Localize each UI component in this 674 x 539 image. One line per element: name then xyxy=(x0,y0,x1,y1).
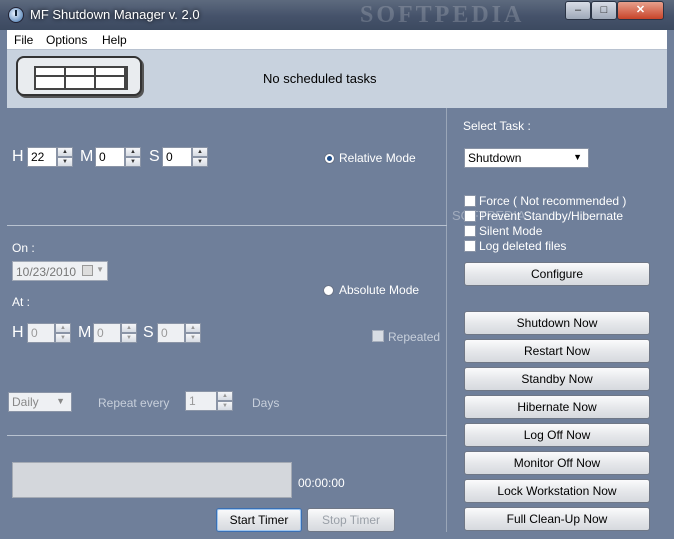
elapsed-time: 00:00:00 xyxy=(298,476,345,490)
force-checkbox[interactable] xyxy=(464,195,476,207)
spin-up-icon[interactable]: ▲ xyxy=(121,323,137,333)
silent-mode-checkbox[interactable] xyxy=(464,225,476,237)
spin-up-icon[interactable]: ▲ xyxy=(125,147,141,157)
spin-down-icon[interactable]: ▼ xyxy=(55,333,71,343)
absolute-minutes-label: M xyxy=(78,324,92,341)
divider xyxy=(7,435,447,436)
select-task-label: Select Task : xyxy=(463,119,531,133)
hibernate-now-button[interactable]: Hibernate Now xyxy=(464,395,650,419)
repeat-unit-label: Days xyxy=(252,396,280,410)
relative-minutes-stepper[interactable]: 0 ▲ ▼ xyxy=(95,147,141,167)
window-title: MF Shutdown Manager v. 2.0 xyxy=(30,7,200,22)
title-bar: MF Shutdown Manager v. 2.0 SOFTPEDIA – □… xyxy=(0,0,674,30)
menu-bar: File Options Help xyxy=(7,30,667,50)
spin-down-icon[interactable]: ▼ xyxy=(192,157,208,167)
shutdown-now-button[interactable]: Shutdown Now xyxy=(464,311,650,335)
absolute-mode-radio[interactable] xyxy=(323,285,334,296)
log-deleted-files-checkbox[interactable] xyxy=(464,240,476,252)
repeated-checkbox[interactable] xyxy=(372,330,384,342)
task-select[interactable]: Shutdown ▼ xyxy=(464,148,589,168)
log-deleted-files-label: Log deleted files xyxy=(479,239,567,253)
spin-up-icon[interactable]: ▲ xyxy=(185,323,201,333)
spin-down-icon[interactable]: ▼ xyxy=(121,333,137,343)
silent-mode-label: Silent Mode xyxy=(479,224,543,238)
close-button[interactable]: ✕ xyxy=(617,1,664,20)
relative-seconds-stepper[interactable]: 0 ▲ ▼ xyxy=(162,147,208,167)
repeat-every-label: Repeat every xyxy=(98,396,170,410)
absolute-hours-label: H xyxy=(12,324,24,341)
spin-down-icon[interactable]: ▼ xyxy=(217,401,233,411)
relative-hours-label: H xyxy=(12,148,24,165)
menu-help[interactable]: Help xyxy=(102,33,127,47)
relative-mode-radio[interactable] xyxy=(324,153,335,164)
spin-up-icon[interactable]: ▲ xyxy=(192,147,208,157)
relative-hours-stepper[interactable]: 22 ▲ ▼ xyxy=(27,147,73,167)
spin-down-icon[interactable]: ▼ xyxy=(185,333,201,343)
menu-file[interactable]: File xyxy=(14,33,33,47)
app-logo xyxy=(16,56,142,96)
at-label: At : xyxy=(12,295,31,309)
absolute-minutes-stepper[interactable]: 0 ▲ ▼ xyxy=(93,323,137,343)
spin-down-icon[interactable]: ▼ xyxy=(125,157,141,167)
absolute-hours-stepper[interactable]: 0 ▲ ▼ xyxy=(27,323,71,343)
prevent-standby-label: Prevent Standby/Hibernate xyxy=(479,209,624,223)
timer-settings-panel: H 22 ▲ ▼ M 0 ▲ ▼ S 0 ▲ ▼ Relative Mode On :… xyxy=(7,108,447,532)
divider xyxy=(7,225,447,226)
force-label: Force ( Not recommended ) xyxy=(479,194,627,208)
app-power-icon xyxy=(8,7,24,23)
spin-down-icon[interactable]: ▼ xyxy=(57,157,73,167)
timer-progress-bar xyxy=(12,462,292,498)
relative-seconds-label: S xyxy=(149,148,160,165)
spin-up-icon[interactable]: ▲ xyxy=(55,323,71,333)
restart-now-button[interactable]: Restart Now xyxy=(464,339,650,363)
status-message: No scheduled tasks xyxy=(263,71,377,86)
configure-button[interactable]: Configure xyxy=(464,262,650,286)
menu-options[interactable]: Options xyxy=(46,33,87,47)
date-picker[interactable]: 10/23/2010 ▼ xyxy=(12,261,108,281)
prevent-standby-checkbox[interactable] xyxy=(464,210,476,222)
start-timer-button[interactable]: Start Timer xyxy=(216,508,302,532)
absolute-seconds-stepper[interactable]: 0 ▲ ▼ xyxy=(157,323,201,343)
repeated-label: Repeated xyxy=(388,330,441,344)
watermark: SOFTPEDIA xyxy=(360,2,525,28)
stop-timer-button[interactable]: Stop Timer xyxy=(307,508,395,532)
relative-mode-label: Relative Mode xyxy=(339,151,416,165)
spin-up-icon[interactable]: ▲ xyxy=(217,391,233,401)
log-off-now-button[interactable]: Log Off Now xyxy=(464,423,650,447)
lock-workstation-now-button[interactable]: Lock Workstation Now xyxy=(464,479,650,503)
chevron-down-icon: ▼ xyxy=(573,152,582,162)
chevron-down-icon: ▼ xyxy=(96,265,104,274)
monitor-off-now-button[interactable]: Monitor Off Now xyxy=(464,451,650,475)
task-panel: Select Task : Shutdown ▼ SOFTPEDIA Force… xyxy=(448,108,667,532)
relative-minutes-label: M xyxy=(80,148,94,165)
absolute-mode-label: Absolute Mode xyxy=(339,283,420,297)
minimize-button[interactable]: – xyxy=(565,1,591,20)
maximize-button[interactable]: □ xyxy=(591,1,617,20)
standby-now-button[interactable]: Standby Now xyxy=(464,367,650,391)
calendar-icon xyxy=(82,265,93,276)
full-clean-up-now-button[interactable]: Full Clean-Up Now xyxy=(464,507,650,531)
status-banner: No scheduled tasks xyxy=(7,50,667,108)
repeat-count-stepper[interactable]: 1 ▲ ▼ xyxy=(185,391,233,411)
repeat-frequency-select[interactable]: Daily ▼ xyxy=(8,392,72,412)
on-label: On : xyxy=(12,241,35,255)
chevron-down-icon: ▼ xyxy=(56,396,65,406)
spin-up-icon[interactable]: ▲ xyxy=(57,147,73,157)
absolute-seconds-label: S xyxy=(143,324,154,341)
